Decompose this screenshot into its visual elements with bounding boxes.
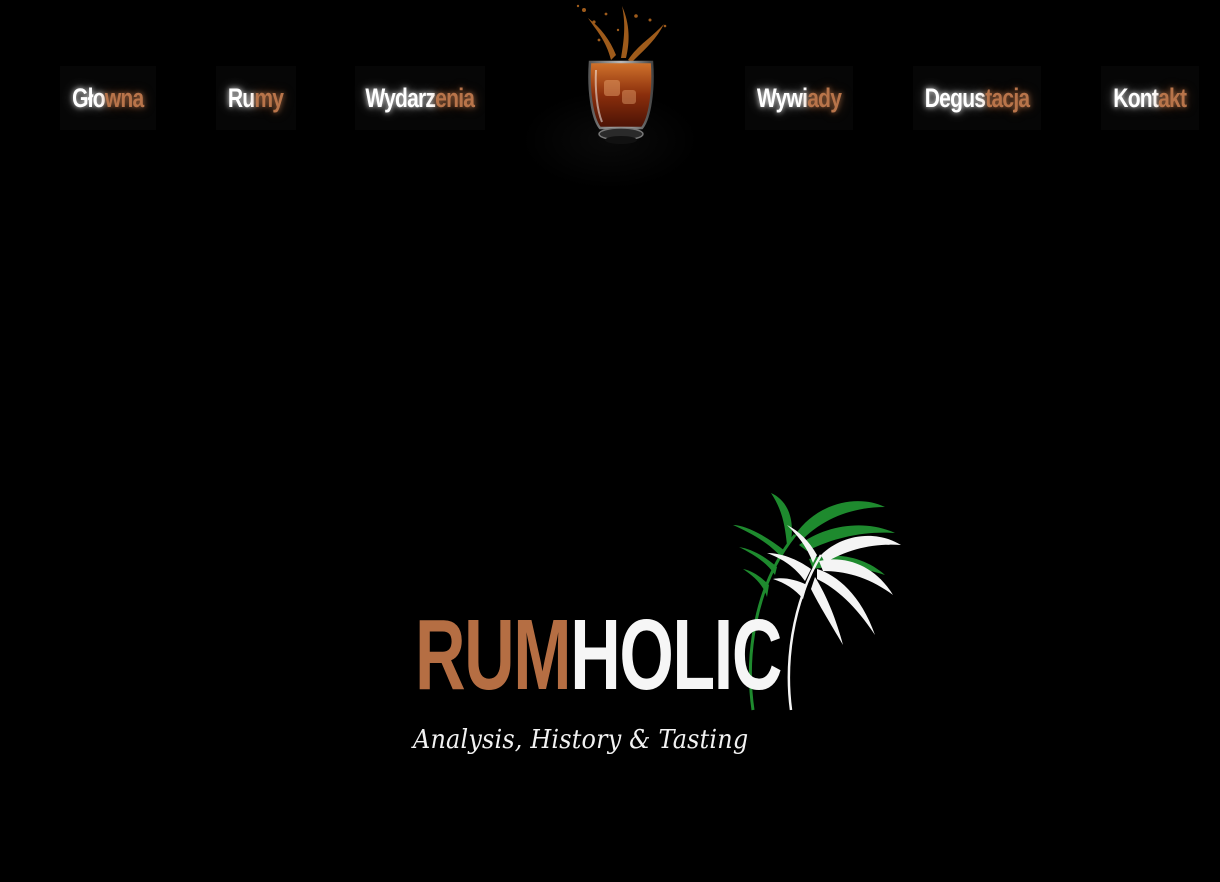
nav-label: Degustacja [924,82,1030,113]
nav-item-wywiady[interactable]: Wywiady [745,66,853,130]
nav-item-kontakt[interactable]: Kontakt [1101,66,1199,130]
logo-word-holic: HOLIC [570,599,782,711]
nav-label: Wydarzenia [365,82,476,113]
rumholic-logo: RUMHOLIC Analysis, History & Tasting [405,485,915,775]
nav-label: Wywiady [756,82,842,113]
nav-label: Kontakt [1113,82,1188,113]
logo-word-rum: RUM [415,599,572,711]
nav-item-wydarzenia[interactable]: Wydarzenia [355,66,485,130]
logo-tagline: Analysis, History & Tasting [413,725,749,755]
rum-glass-splash-icon[interactable] [566,0,676,160]
nav-item-glowna[interactable]: Głowna [60,66,156,130]
nav-label: Głowna [72,82,144,113]
nav-item-degustacja[interactable]: Degustacja [913,66,1041,130]
nav-label: Rumy [228,82,284,113]
logo-wordmark: RUMHOLIC [415,595,782,715]
nav-item-rumy[interactable]: Rumy [216,66,296,130]
